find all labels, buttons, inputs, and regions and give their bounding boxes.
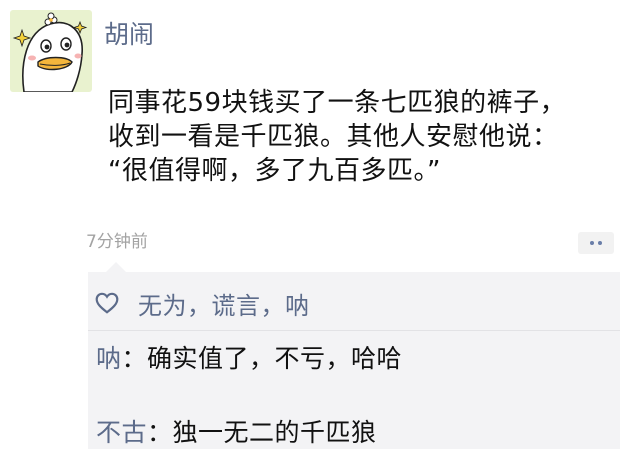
post-content: 同事花59块钱买了一条七匹狼的裤子， 收到一看是千匹狼。其他人安慰他说： “很值… — [108, 86, 630, 188]
comment-author[interactable]: 呐 — [96, 344, 122, 373]
likes-row: 无为，谎言，呐 — [94, 286, 310, 320]
more-dots-icon — [590, 241, 594, 245]
comment-item[interactable]: 不古：独一无二的千匹狼 — [96, 416, 377, 449]
likers-list[interactable]: 无为，谎言，呐 — [138, 286, 310, 321]
post-content-line: 同事花59块钱买了一条七匹狼的裤子， — [108, 88, 567, 118]
comment-author[interactable]: 不古 — [96, 418, 147, 447]
post-content-line: “很值得啊，多了九百多匹。” — [108, 156, 441, 186]
more-dots-icon — [598, 241, 602, 245]
divider — [88, 330, 620, 331]
comment-separator: ： — [147, 418, 173, 447]
avatar[interactable] — [10, 10, 92, 92]
comment-text: 确实值了，不亏，哈哈 — [147, 344, 403, 373]
post-author-name[interactable]: 胡闹 — [104, 18, 154, 52]
post-content-line: 收到一看是千匹狼。其他人安慰他说： — [108, 122, 559, 152]
comment-item[interactable]: 呐：确实值了，不亏，哈哈 — [96, 342, 402, 376]
heart-outline-icon — [95, 292, 119, 314]
more-options-button[interactable] — [578, 232, 614, 254]
comment-text: 独一无二的千匹狼 — [172, 418, 377, 447]
comment-separator: ： — [121, 344, 148, 373]
panel-pointer — [106, 262, 126, 272]
interaction-panel: 无为，谎言，呐 呐：确实值了，不亏，哈哈 不古：独一无二的千匹狼 — [88, 262, 620, 449]
post-timestamp: 7分钟前 — [86, 232, 148, 252]
duck-avatar-illustration — [12, 12, 88, 92]
moment-post: 胡闹 同事花59块钱买了一条七匹狼的裤子， 收到一看是千匹狼。其他人安慰他说： … — [0, 0, 640, 449]
